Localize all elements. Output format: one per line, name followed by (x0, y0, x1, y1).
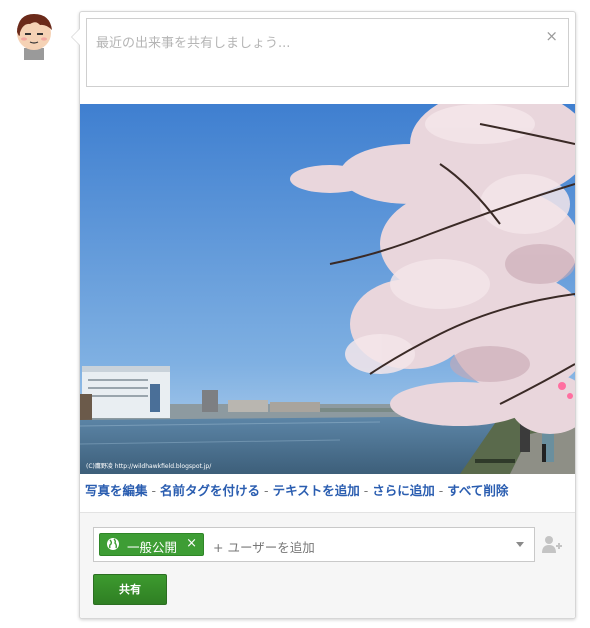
avatar-icon (17, 14, 52, 60)
photo-watermark: (C)鷹野凌 http://wildhawkfield.blogspot.jp/ (86, 463, 212, 470)
share-card: 最近の出来事を共有しましょう... × (C)鷹野凌 http://wildha… (71, 11, 576, 619)
add-text-link[interactable]: テキストを追加 (273, 483, 360, 498)
separator: - (264, 483, 269, 498)
audience-chip-label: 一般公開 (127, 540, 178, 555)
separator: - (363, 483, 369, 498)
remove-chip-icon[interactable]: × (186, 536, 197, 551)
delete-all-link[interactable]: すべて削除 (447, 483, 508, 498)
post-placeholder: 最近の出来事を共有しましょう... (96, 36, 291, 51)
chevron-down-icon[interactable] (516, 542, 524, 547)
edit-photo-link[interactable]: 写真を編集 (85, 483, 148, 498)
cherry-blossom-photo (80, 104, 575, 474)
separator: - (438, 483, 444, 498)
add-user-input[interactable]: + ユーザーを追加 (213, 537, 315, 556)
audience-chip-public[interactable]: 一般公開 × (99, 533, 204, 556)
add-more-link[interactable]: さらに追加 (372, 483, 435, 498)
separator: - (151, 483, 157, 498)
close-icon[interactable]: × (545, 27, 558, 45)
add-person-icon[interactable] (541, 534, 563, 554)
tag-names-link[interactable]: 名前タグを付ける (160, 483, 260, 498)
attached-photo[interactable]: (C)鷹野凌 http://wildhawkfield.blogspot.jp/ (80, 104, 575, 474)
globe-icon (107, 538, 119, 550)
photo-actions: 写真を編集 - 名前タグを付ける - テキストを追加 - さらに追加 - すべて削除 (85, 480, 508, 499)
share-button[interactable]: 共有 (93, 574, 167, 605)
post-textbox[interactable]: 最近の出来事を共有しましょう... × (86, 18, 569, 87)
audience-field[interactable]: 一般公開 × + ユーザーを追加 (93, 527, 535, 562)
avatar[interactable] (10, 10, 58, 60)
